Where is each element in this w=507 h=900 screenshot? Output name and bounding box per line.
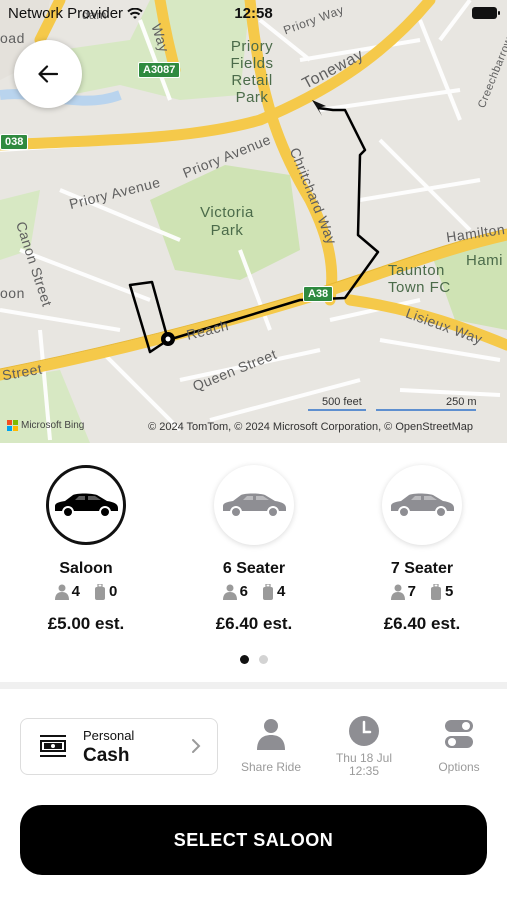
back-button[interactable] [14,40,82,108]
vehicle-option-7-seater[interactable]: 7 Seater 7 5 £6.40 est. [337,465,507,634]
luggage-count: 4 [277,583,286,600]
vehicle-image [382,465,462,545]
microsoft-bing-logo: Microsoft Bing [7,420,84,431]
car-icon [223,493,286,518]
vehicle-option-saloon[interactable]: Saloon 4 0 £5.00 est. [1,465,171,634]
page-dot-active[interactable] [239,655,249,664]
vehicle-price: £5.00 est. [47,614,125,633]
clock-icon [349,716,379,746]
vehicle-name: Saloon [59,560,113,577]
map-label-park: Hami [466,252,504,269]
vehicle-name: 6 Seater [222,560,286,577]
vehicle-image [214,465,294,545]
suitcase-icon [431,583,441,600]
chevron-right-icon [192,739,201,753]
vehicle-capacity: 4 0 [1,583,171,600]
passenger-count: 6 [239,583,248,600]
car-icon [55,493,118,518]
options-label: Options [438,760,480,774]
road-shield: 038 [0,134,29,150]
map-label-poi: Taunton Town FC [388,262,451,296]
scale-meters-label: 250 m [446,396,477,408]
route-map[interactable]: Priory Fields Retail Park Toneway Priory… [0,0,507,443]
vehicle-carousel[interactable]: Saloon 4 0 £5.00 est. 6 Seater 6 4 £6.40… [0,445,507,680]
logo-text: Microsoft Bing [21,420,85,431]
schedule-time: 12:35 [348,764,380,778]
status-bar: Network Provider 12:58 [0,0,507,28]
map-label-road: oon [0,285,25,301]
scale-feet-bar [308,409,366,411]
map-label-park: Victoria Park [200,204,254,239]
page-indicator[interactable] [0,655,507,664]
vehicle-capacity: 7 5 [337,583,507,600]
luggage-count: 0 [109,583,118,600]
suitcase-icon [263,583,273,600]
arrow-left-icon [38,65,58,83]
payment-method-value: Cash [83,745,130,766]
suitcase-icon [95,583,105,600]
road-shield: A38 [303,286,334,302]
clock-time: 12:58 [234,5,273,22]
payment-method-selector[interactable]: Personal Cash [20,718,218,775]
schedule-time-button[interactable]: Thu 18 Jul 12:35 [326,715,402,778]
share-ride-label: Share Ride [240,760,302,774]
scale-feet-label: 500 feet [322,396,362,408]
person-icon [257,719,285,750]
vehicle-capacity: 6 4 [169,583,339,600]
road-shield: A3087 [138,62,181,78]
battery-icon [472,7,500,19]
options-button[interactable]: Options [421,715,497,774]
toggle-icon [445,720,473,748]
map-attribution[interactable]: © 2024 TomTom, © 2024 Microsoft Corporat… [148,421,473,433]
payment-profile-label: Personal [83,728,135,743]
person-icon [222,584,237,600]
vehicle-name: 7 Seater [390,560,454,577]
passenger-count: 4 [71,583,80,600]
luggage-count: 5 [445,583,454,600]
person-icon [390,584,405,600]
person-icon [54,584,69,600]
vehicle-price: £6.40 est. [383,614,461,633]
map-label-road: oad [0,30,25,46]
passenger-count: 7 [407,583,416,600]
banknote-icon [40,735,66,757]
microsoft-logo-icon [7,420,18,431]
vehicle-option-6-seater[interactable]: 6 Seater 6 4 £6.40 est. [169,465,339,634]
page-dot[interactable] [258,655,268,664]
section-divider [0,682,507,689]
select-vehicle-button[interactable]: SELECT SALOON [20,805,487,875]
vehicle-price: £6.40 est. [215,614,293,633]
share-ride-button[interactable]: Share Ride [233,715,309,774]
map-label-poi: Priory Fields Retail Park [230,38,274,106]
scale-meters-bar [376,409,476,411]
car-icon [391,493,454,518]
vehicle-image [46,465,126,545]
